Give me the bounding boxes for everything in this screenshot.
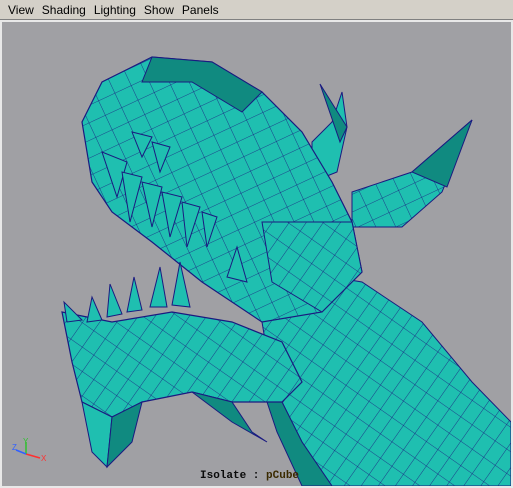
x-axis-label: X: [41, 454, 47, 462]
axis-gizmo: X Y Z: [12, 438, 47, 462]
menu-panels[interactable]: Panels: [178, 1, 223, 19]
isolate-value: pCube: [266, 470, 300, 482]
isolate-status: Isolate : pCube: [200, 470, 299, 482]
z-axis-line: [15, 449, 27, 455]
y-axis-label: Y: [23, 438, 29, 446]
x-axis-line: [25, 453, 41, 459]
z-axis-label: Z: [12, 443, 17, 452]
menu-view[interactable]: View: [4, 1, 38, 19]
creature-wireframe-model[interactable]: [2, 22, 511, 486]
lower-jaw-mesh: [61, 311, 303, 469]
viewport-menubar: View Shading Lighting Show Panels: [0, 0, 513, 20]
menu-show[interactable]: Show: [140, 1, 178, 19]
head-upper-mesh: [81, 56, 363, 323]
menu-shading[interactable]: Shading: [38, 1, 90, 19]
3d-viewport[interactable]: X Y Z Isolate : pCube: [0, 20, 513, 488]
horn-right: [351, 119, 473, 228]
menu-lighting[interactable]: Lighting: [90, 1, 140, 19]
isolate-prefix: Isolate :: [200, 470, 267, 482]
